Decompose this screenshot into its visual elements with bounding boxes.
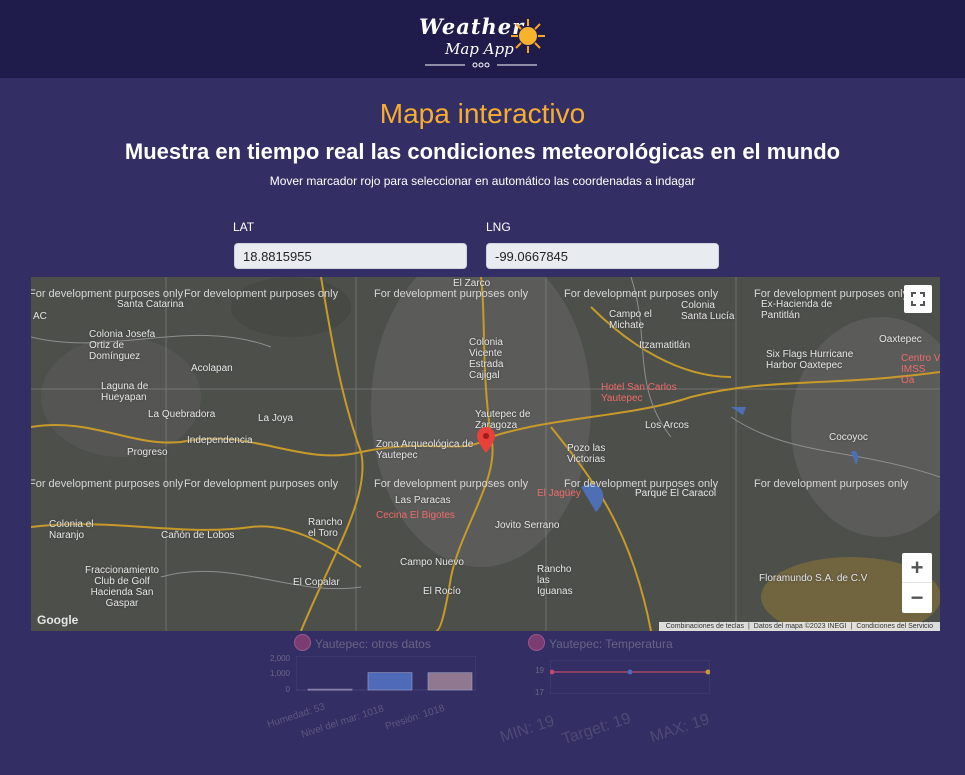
x-tick-label: Target: 19 — [560, 710, 633, 749]
chart-title-temperature: Yautepec: Temperatura — [549, 637, 673, 651]
legend-swatch[interactable] — [528, 634, 545, 651]
map-place-label: Laguna de Hueyapan — [101, 381, 149, 403]
top-navbar: Weather Map App — [0, 0, 965, 78]
map-place-label: Cañón de Lobos — [161, 530, 235, 541]
marker-hint: Mover marcador rojo para seleccionar en … — [269, 174, 696, 188]
map-place-label: Oaxtepec — [879, 334, 922, 345]
map-poi-label: Hotel San Carlos Yautepec — [601, 382, 677, 404]
lng-input[interactable] — [486, 243, 719, 269]
bar[interactable] — [367, 672, 413, 691]
map-attribution: Combinaciones de teclas | Datos del mapa ©… — [658, 622, 940, 631]
map-place-label: La Quebradora — [148, 409, 216, 420]
terms-link[interactable]: Condiciones del Servicio — [856, 623, 933, 630]
dev-watermark: For development purposes only — [374, 288, 529, 300]
y-tick: 17 — [535, 688, 544, 697]
map-place-label: Pozo las Victorias — [567, 443, 606, 465]
map-place-label: Campo el Michate — [609, 309, 652, 331]
lat-label: LAT — [233, 220, 255, 234]
logo-line-1: Weather — [419, 14, 525, 39]
map-place-label: Fraccionamiento Club de Golf Hacienda Sa… — [85, 565, 159, 609]
zoom-in-button[interactable]: + — [902, 553, 932, 583]
location-marker-icon[interactable] — [477, 427, 495, 453]
google-logo[interactable]: Google — [37, 613, 78, 627]
chart-title-other-data: Yautepec: otros datos — [315, 637, 431, 651]
bar[interactable] — [307, 688, 353, 691]
map-poi-label: Centro V IMSS Oa — [901, 353, 940, 386]
map-place-label: Las Paracas — [395, 495, 451, 506]
data-point[interactable] — [705, 669, 711, 675]
map-place-label: Colonia el Naranjo — [49, 519, 94, 541]
map-place-label: AC — [33, 311, 47, 322]
map-place-label: Colonia Josefa Ortiz de Domínguez — [89, 329, 156, 362]
map-data-text: Datos del mapa ©2023 INEGI — [753, 623, 847, 630]
map-place-label: Los Arcos — [645, 420, 689, 431]
map-place-label: La Joya — [258, 413, 294, 424]
zoom-out-button[interactable]: − — [902, 583, 932, 613]
map-poi-label: Parque El Caracol — [635, 488, 717, 499]
map-place-label: Zona Arqueológica de Yautepec — [376, 439, 474, 461]
dev-watermark: For development purposes only — [564, 288, 719, 300]
legend-swatch[interactable] — [294, 634, 311, 651]
map-place-label: El Zarco — [453, 278, 491, 289]
bar-chart-other-data — [296, 656, 476, 691]
bar[interactable] — [427, 672, 473, 691]
data-point[interactable] — [550, 669, 555, 675]
fullscreen-icon — [911, 292, 925, 306]
map-place-label: Colonia Vicente Estrada Cajigal — [469, 337, 504, 381]
dev-watermark: For development purposes only — [374, 478, 529, 490]
y-tick: 0 — [285, 685, 290, 694]
map-place-label: El Copalar — [293, 577, 340, 588]
page-title: Mapa interactivo — [379, 98, 586, 129]
x-tick-label: MIN: 19 — [498, 712, 557, 747]
line-chart-temperature — [550, 660, 710, 694]
zoom-controls: + − — [902, 553, 932, 613]
page-subtitle: Muestra en tiempo real las condiciones m… — [124, 139, 841, 164]
map-place-label: Cocoyoc — [829, 432, 868, 443]
dev-watermark: For development purposes only — [184, 288, 339, 300]
interactive-map[interactable]: For development purposes only For develo… — [31, 277, 940, 631]
keyboard-shortcuts-link[interactable]: Combinaciones de teclas — [666, 623, 744, 630]
map-place-label: Jovito Serrano — [495, 520, 560, 531]
logo-ornament-icon — [425, 62, 537, 68]
map-place-label: Six Flags Hurricane Harbor Oaxtepec — [766, 349, 854, 371]
logo-line-2: Map App — [445, 40, 514, 58]
y-tick: 19 — [535, 666, 544, 675]
sun-icon — [511, 19, 545, 53]
dev-watermark: For development purposes only — [184, 478, 339, 490]
data-point[interactable] — [627, 669, 633, 675]
lng-label: LNG — [486, 220, 511, 234]
map-poi-label: El Jagüey — [537, 488, 581, 499]
map-place-label: Colonia Santa Lucía — [681, 300, 735, 322]
map-poi-label: Cecina El Bigotes — [376, 510, 455, 521]
map-place-label: Ex-Hacienda de Pantitlán — [761, 299, 833, 321]
map-place-label: Campo Nuevo — [400, 557, 464, 568]
y-tick: 1,000 — [269, 669, 290, 678]
map-place-label: El Rocío — [423, 586, 461, 597]
map-place-label: Rancho las Iguanas — [537, 564, 573, 597]
map-place-label: Acolapan — [191, 363, 233, 374]
weather-map-app-logo[interactable]: Weather Map App — [415, 10, 550, 72]
x-tick-label: MAX: 19 — [648, 711, 712, 747]
fullscreen-button[interactable] — [904, 285, 932, 313]
dev-watermark: For development purposes only — [754, 478, 909, 490]
map-place-label: Progreso — [127, 447, 168, 458]
dev-watermark: For development purposes only — [31, 478, 184, 490]
plot-area — [550, 660, 710, 694]
map-place-label: Itzamatitlán — [639, 340, 691, 351]
y-tick: 2,000 — [269, 654, 290, 663]
lat-input[interactable] — [234, 243, 467, 269]
x-tick-label: Presión: 1018 — [384, 702, 447, 733]
map-place-label: Independencia — [187, 435, 253, 446]
map-place-label: Santa Catarina — [117, 299, 184, 310]
map-place-label: Floramundo S.A. de C.V — [759, 573, 868, 584]
map-place-label: Rancho el Toro — [308, 517, 343, 539]
